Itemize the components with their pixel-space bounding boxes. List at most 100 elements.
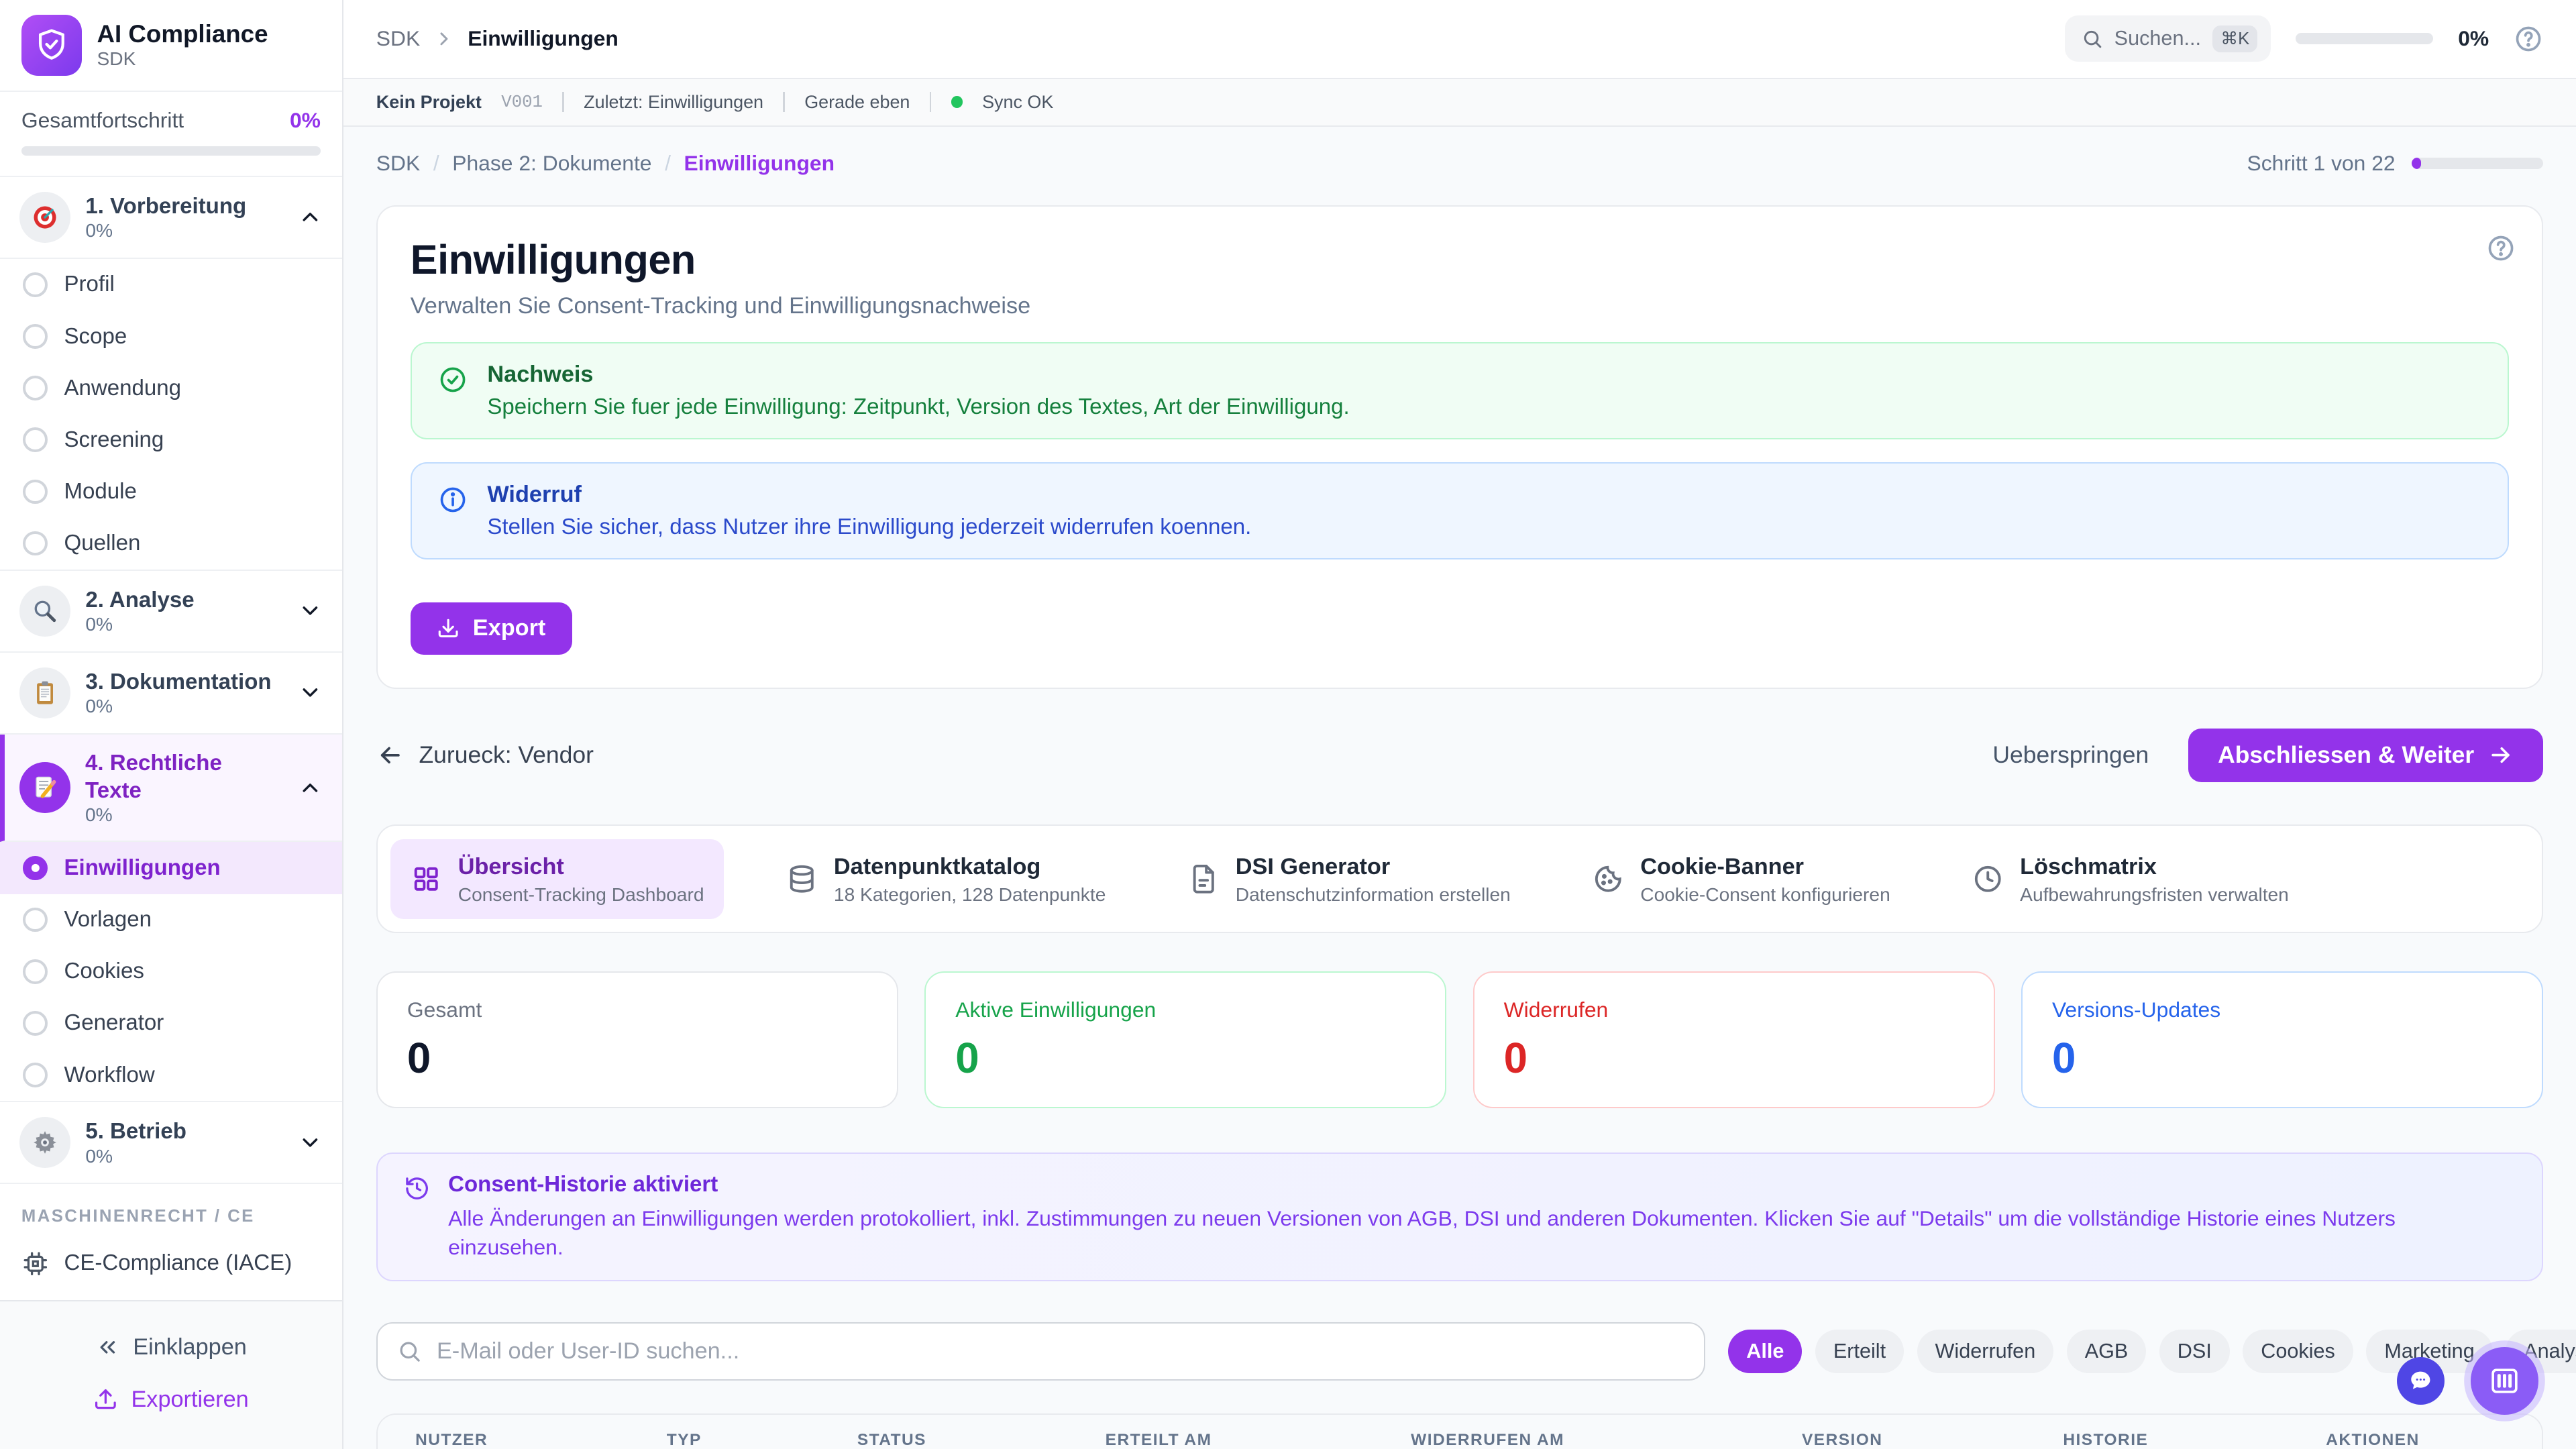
section-progress: 0%	[85, 696, 282, 717]
sidebar-section-dokumentation[interactable]: 3. Dokumentation 0%	[0, 653, 342, 735]
clipboard-icon	[19, 667, 70, 718]
step-indicator: Schritt 1 von 22	[2247, 151, 2395, 176]
filter-widerrufen[interactable]: Widerrufen	[1917, 1330, 2054, 1373]
overall-progress-bar	[21, 146, 321, 156]
tab-loeschmatrix[interactable]: Löschmatrix Aufbewahrungsfristen verwalt…	[1953, 839, 2308, 919]
clock-icon	[1972, 863, 2004, 895]
page-subtitle: Verwalten Sie Consent-Tracking und Einwi…	[411, 293, 2509, 319]
info-circle-icon	[438, 485, 468, 540]
help-icon[interactable]	[2514, 24, 2543, 54]
app-root: AI Compliance SDK Gesamtfortschritt 0%	[0, 0, 2576, 1449]
finish-next-button[interactable]: Abschliessen & Weiter	[2188, 729, 2543, 782]
sidebar-item-scope[interactable]: Scope	[0, 311, 342, 362]
help-icon[interactable]	[2486, 233, 2516, 263]
sidebar-export-button[interactable]: Exportieren	[0, 1374, 342, 1426]
document-icon	[1188, 863, 1220, 895]
last-visited: Zuletzt: Einwilligungen	[584, 92, 763, 113]
filter-dsi[interactable]: DSI	[2159, 1330, 2230, 1373]
radio-icon	[23, 376, 48, 400]
wizard-nav-row: Zurueck: Vendor Ueberspringen Abschliess…	[376, 729, 2543, 782]
sidebar-section-analyse[interactable]: 2. Analyse 0%	[0, 570, 342, 653]
col-erteilt-am: ERTEILT AM	[1106, 1431, 1411, 1449]
breadcrumb-root[interactable]: SDK	[376, 26, 420, 51]
sidebar-item-module[interactable]: Module	[0, 466, 342, 517]
skip-button[interactable]: Ueberspringen	[1992, 741, 2149, 769]
filter-erteilt[interactable]: Erteilt	[1815, 1330, 1904, 1373]
banner-body: Alle Änderungen an Einwilligungen werden…	[448, 1204, 2516, 1262]
sidebar-section-betrieb[interactable]: 5. Betrieb 0%	[0, 1102, 342, 1184]
topbar: SDK Einwilligungen Suchen... ⌘K 0%	[343, 0, 2576, 79]
section-label: 4. Rechtliche Texte	[85, 749, 283, 805]
history-icon	[404, 1175, 430, 1262]
tab-dsi-generator[interactable]: DSI Generator Datenschutzinformation ers…	[1168, 839, 1530, 919]
sidebar-item-workflow[interactable]: Workflow	[0, 1049, 342, 1101]
stat-gesamt: Gesamt 0	[376, 971, 898, 1108]
section-progress: 0%	[85, 614, 282, 635]
filter-cookies[interactable]: Cookies	[2243, 1330, 2353, 1373]
gear-icon	[19, 1117, 70, 1168]
page-title: Einwilligungen	[411, 236, 2509, 283]
topbar-progress-bar	[2296, 33, 2434, 44]
filter-agb[interactable]: AGB	[2067, 1330, 2147, 1373]
chevron-up-icon	[298, 775, 323, 800]
check-circle-icon	[438, 365, 468, 420]
radio-checked-icon	[23, 856, 48, 881]
alert-title: Nachweis	[487, 362, 1349, 388]
sidebar-footer: Einklappen Exportieren	[0, 1300, 342, 1449]
collapse-sidebar-button[interactable]: Einklappen	[0, 1321, 342, 1373]
radio-icon	[23, 1011, 48, 1036]
sidebar-section-rechtliche-texte[interactable]: 4. Rechtliche Texte 0%	[0, 735, 342, 843]
sidebar-item-profil[interactable]: Profil	[0, 259, 342, 311]
search-icon	[2082, 28, 2103, 50]
sidebar-item-ce-compliance[interactable]: CE-Compliance (IACE)	[0, 1236, 342, 1297]
section-progress: 0%	[85, 1146, 282, 1167]
tool-tabs: Übersicht Consent-Tracking Dashboard Dat…	[376, 824, 2543, 933]
board-view-fab-button[interactable]	[2471, 1347, 2538, 1414]
grid-icon	[411, 863, 442, 895]
sidebar-item-generator[interactable]: Generator	[0, 998, 342, 1049]
consents-table: NUTZER TYP STATUS ERTEILT AM WIDERRUFEN …	[376, 1413, 2543, 1449]
col-aktionen: AKTIONEN	[2326, 1431, 2542, 1449]
arrow-left-icon	[376, 741, 405, 769]
project-name: Kein Projekt	[376, 92, 482, 113]
chevron-right-icon	[433, 28, 455, 50]
sidebar-item-anwendung[interactable]: Anwendung	[0, 362, 342, 414]
search-icon	[397, 1339, 422, 1364]
global-search-button[interactable]: Suchen... ⌘K	[2065, 15, 2271, 62]
breadcrumb-phase[interactable]: Phase 2: Dokumente	[452, 151, 651, 176]
database-icon	[786, 863, 818, 895]
main-area: SDK Einwilligungen Suchen... ⌘K 0%	[343, 0, 2576, 1449]
sidebar-item-cookies[interactable]: Cookies	[0, 946, 342, 998]
app-logo	[21, 15, 83, 76]
tab-uebersicht[interactable]: Übersicht Consent-Tracking Dashboard	[390, 839, 723, 919]
banner-title: Consent-Historie aktiviert	[448, 1172, 2516, 1197]
filter-alle[interactable]: Alle	[1728, 1330, 1802, 1373]
chat-fab-button[interactable]	[2397, 1357, 2445, 1405]
radio-icon	[23, 531, 48, 556]
download-icon	[437, 617, 460, 640]
col-version: VERSION	[1802, 1431, 2063, 1449]
alert-body: Stellen Sie sicher, dass Nutzer ihre Ein…	[487, 515, 1251, 540]
chevrons-left-icon	[95, 1335, 120, 1360]
sidebar-item-quellen[interactable]: Quellen	[0, 518, 342, 570]
user-search-input[interactable]	[437, 1338, 1684, 1364]
sidebar-section-vorbereitung[interactable]: 1. Vorbereitung 0%	[0, 177, 342, 259]
filter-pills: Alle Erteilt Widerrufen AGB DSI Cookies …	[1728, 1330, 2576, 1373]
tab-datenpunktkatalog[interactable]: Datenpunktkatalog 18 Kategorien, 128 Dat…	[767, 839, 1126, 919]
tab-cookie-banner[interactable]: Cookie-Banner Cookie-Consent konfigurier…	[1573, 839, 1910, 919]
sidebar-item-screening[interactable]: Screening	[0, 414, 342, 466]
export-button[interactable]: Export	[411, 602, 572, 655]
sidebar-item-einwilligungen[interactable]: Einwilligungen	[0, 842, 342, 894]
page-header-card: Einwilligungen Verwalten Sie Consent-Tra…	[376, 205, 2543, 688]
sidebar-header: AI Compliance SDK	[0, 0, 342, 92]
shield-check-icon	[34, 27, 70, 63]
content-breadcrumb: SDK / Phase 2: Dokumente / Einwilligunge…	[376, 151, 835, 176]
chip-icon	[21, 1250, 50, 1278]
sidebar-item-vorlagen[interactable]: Vorlagen	[0, 894, 342, 946]
magnifier-icon	[19, 586, 70, 637]
breadcrumb-sdk[interactable]: SDK	[376, 151, 420, 176]
back-link[interactable]: Zurueck: Vendor	[376, 741, 594, 769]
step-progress-bar	[2412, 158, 2543, 169]
user-search-box	[376, 1322, 1705, 1381]
col-widerrufen-am: WIDERRUFEN AM	[1411, 1431, 1802, 1449]
